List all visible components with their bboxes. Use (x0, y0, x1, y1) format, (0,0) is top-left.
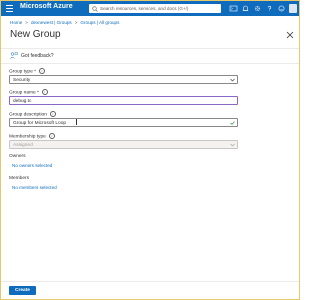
group-type-label: Group type * i (9, 68, 45, 74)
checkmark-icon (230, 121, 235, 125)
search-icon (92, 5, 98, 12)
membership-type-value: Assigned (13, 142, 33, 148)
breadcrumb-all-groups[interactable]: Groups | All groups (80, 20, 119, 25)
person-feedback-icon (10, 52, 18, 59)
settings-gear-icon[interactable] (253, 4, 262, 13)
notifications-bell-icon[interactable] (241, 4, 250, 13)
search-input[interactable] (100, 4, 218, 13)
info-icon[interactable]: i (48, 133, 55, 139)
create-button[interactable]: Create (9, 286, 36, 295)
text-cursor (76, 119, 77, 125)
user-avatar[interactable] (289, 4, 297, 13)
breadcrumb-separator: > (25, 20, 28, 25)
breadcrumb: Home > dexnewest | Groups > Groups | All gro… (10, 20, 119, 25)
group-type-value: Security (13, 77, 31, 83)
membership-type-label: Membership type i (9, 133, 55, 139)
hamburger-menu-icon[interactable] (6, 5, 13, 12)
no-members-selected-link[interactable]: No members selected (12, 185, 57, 190)
group-description-label: Group description i (9, 111, 56, 117)
members-label: Members (9, 176, 29, 181)
group-name-label: Group name * i (9, 89, 48, 95)
chevron-down-icon (230, 78, 235, 82)
info-icon[interactable]: i (38, 68, 45, 74)
feedback-smiley-icon[interactable] (277, 4, 286, 13)
cloud-shell-icon[interactable] (229, 4, 238, 13)
group-name-value: debug.tc (13, 98, 32, 104)
toolbar-divider (1, 63, 299, 64)
group-description-value: Group for Microsoft Loop (13, 120, 67, 126)
owners-label: Owners (9, 154, 26, 159)
feedback-label: Got feedback? (21, 52, 54, 59)
membership-type-dropdown: Assigned (9, 140, 238, 149)
help-question-icon[interactable] (265, 4, 274, 13)
portal-brand[interactable]: Microsoft Azure (20, 3, 73, 10)
global-search-box[interactable] (89, 4, 221, 13)
info-icon[interactable]: i (49, 111, 56, 117)
page-title: New Group (10, 29, 61, 40)
group-description-input[interactable]: Group for Microsoft Loop (9, 118, 238, 127)
breadcrumb-separator: > (74, 20, 78, 25)
footer-divider (1, 281, 299, 282)
portal-top-bar: Microsoft Azure (1, 1, 299, 16)
browser-frame: Microsoft Azure Search resources, servic… (0, 0, 300, 300)
no-owners-selected-link[interactable]: No owners selected (12, 163, 52, 168)
info-icon[interactable]: i (41, 89, 48, 95)
close-icon[interactable] (286, 31, 294, 39)
breadcrumb-tenant-groups[interactable]: dexnewest | Groups (31, 20, 72, 25)
header-divider (1, 48, 299, 49)
group-type-dropdown[interactable]: Security (9, 75, 238, 84)
group-name-input[interactable]: debug.tc (9, 96, 238, 105)
chevron-down-icon (230, 143, 235, 147)
breadcrumb-home[interactable]: Home (10, 20, 22, 25)
